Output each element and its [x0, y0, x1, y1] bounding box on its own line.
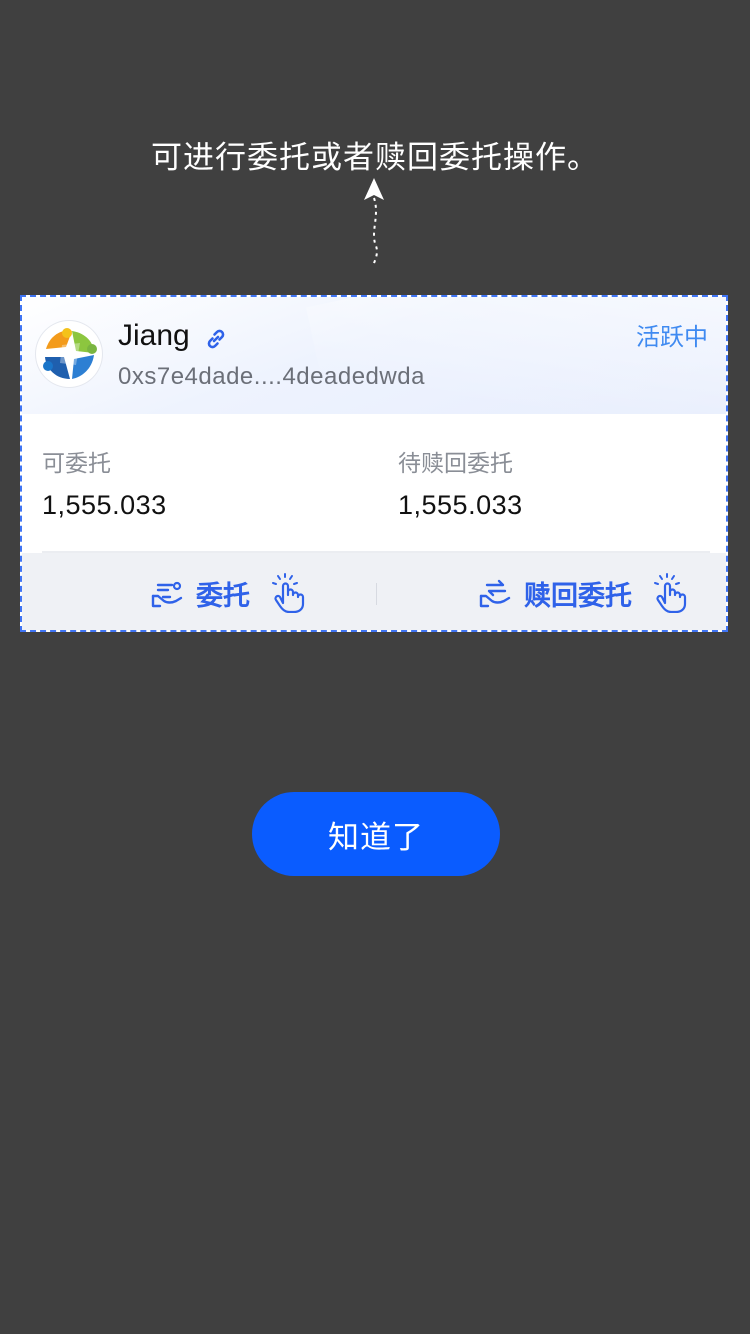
action-divider	[376, 583, 377, 605]
header-sheen	[306, 297, 726, 414]
redeem-button[interactable]: 赎回委托	[478, 569, 688, 617]
got-it-button[interactable]: 知道了	[252, 792, 500, 876]
validator-header: Jiang 0xs7e4dade....4deadedwda 活跃中	[22, 297, 726, 414]
pending-redeem-label: 待赎回委托	[398, 451, 513, 477]
pending-redeem-value: 1,555.033	[398, 490, 523, 520]
link-icon[interactable]	[204, 327, 228, 351]
action-bar: 委托 赎回委托	[22, 553, 726, 630]
validator-address: 0xs7e4dade....4deadedwda	[118, 363, 425, 390]
hand-delegate-icon	[151, 581, 183, 608]
delegate-label: 委托	[196, 580, 250, 612]
delegatable-label: 可委托	[42, 451, 111, 477]
tap-hand-icon	[654, 573, 687, 613]
tap-hand-icon	[272, 573, 305, 613]
arrow-up-icon	[364, 178, 384, 267]
validator-name: Jiang	[118, 319, 190, 352]
validator-card: Jiang 0xs7e4dade....4deadedwda 活跃中 可委托 1…	[20, 295, 728, 632]
hand-redeem-icon	[479, 579, 511, 608]
status-badge: 活跃中	[636, 323, 708, 351]
tutorial-hint: 可进行委托或者赎回委托操作。	[151, 140, 599, 176]
redeem-label: 赎回委托	[524, 580, 632, 612]
validator-logo-icon	[36, 321, 102, 387]
delegate-button[interactable]: 委托	[150, 569, 306, 617]
delegatable-value: 1,555.033	[42, 490, 167, 520]
